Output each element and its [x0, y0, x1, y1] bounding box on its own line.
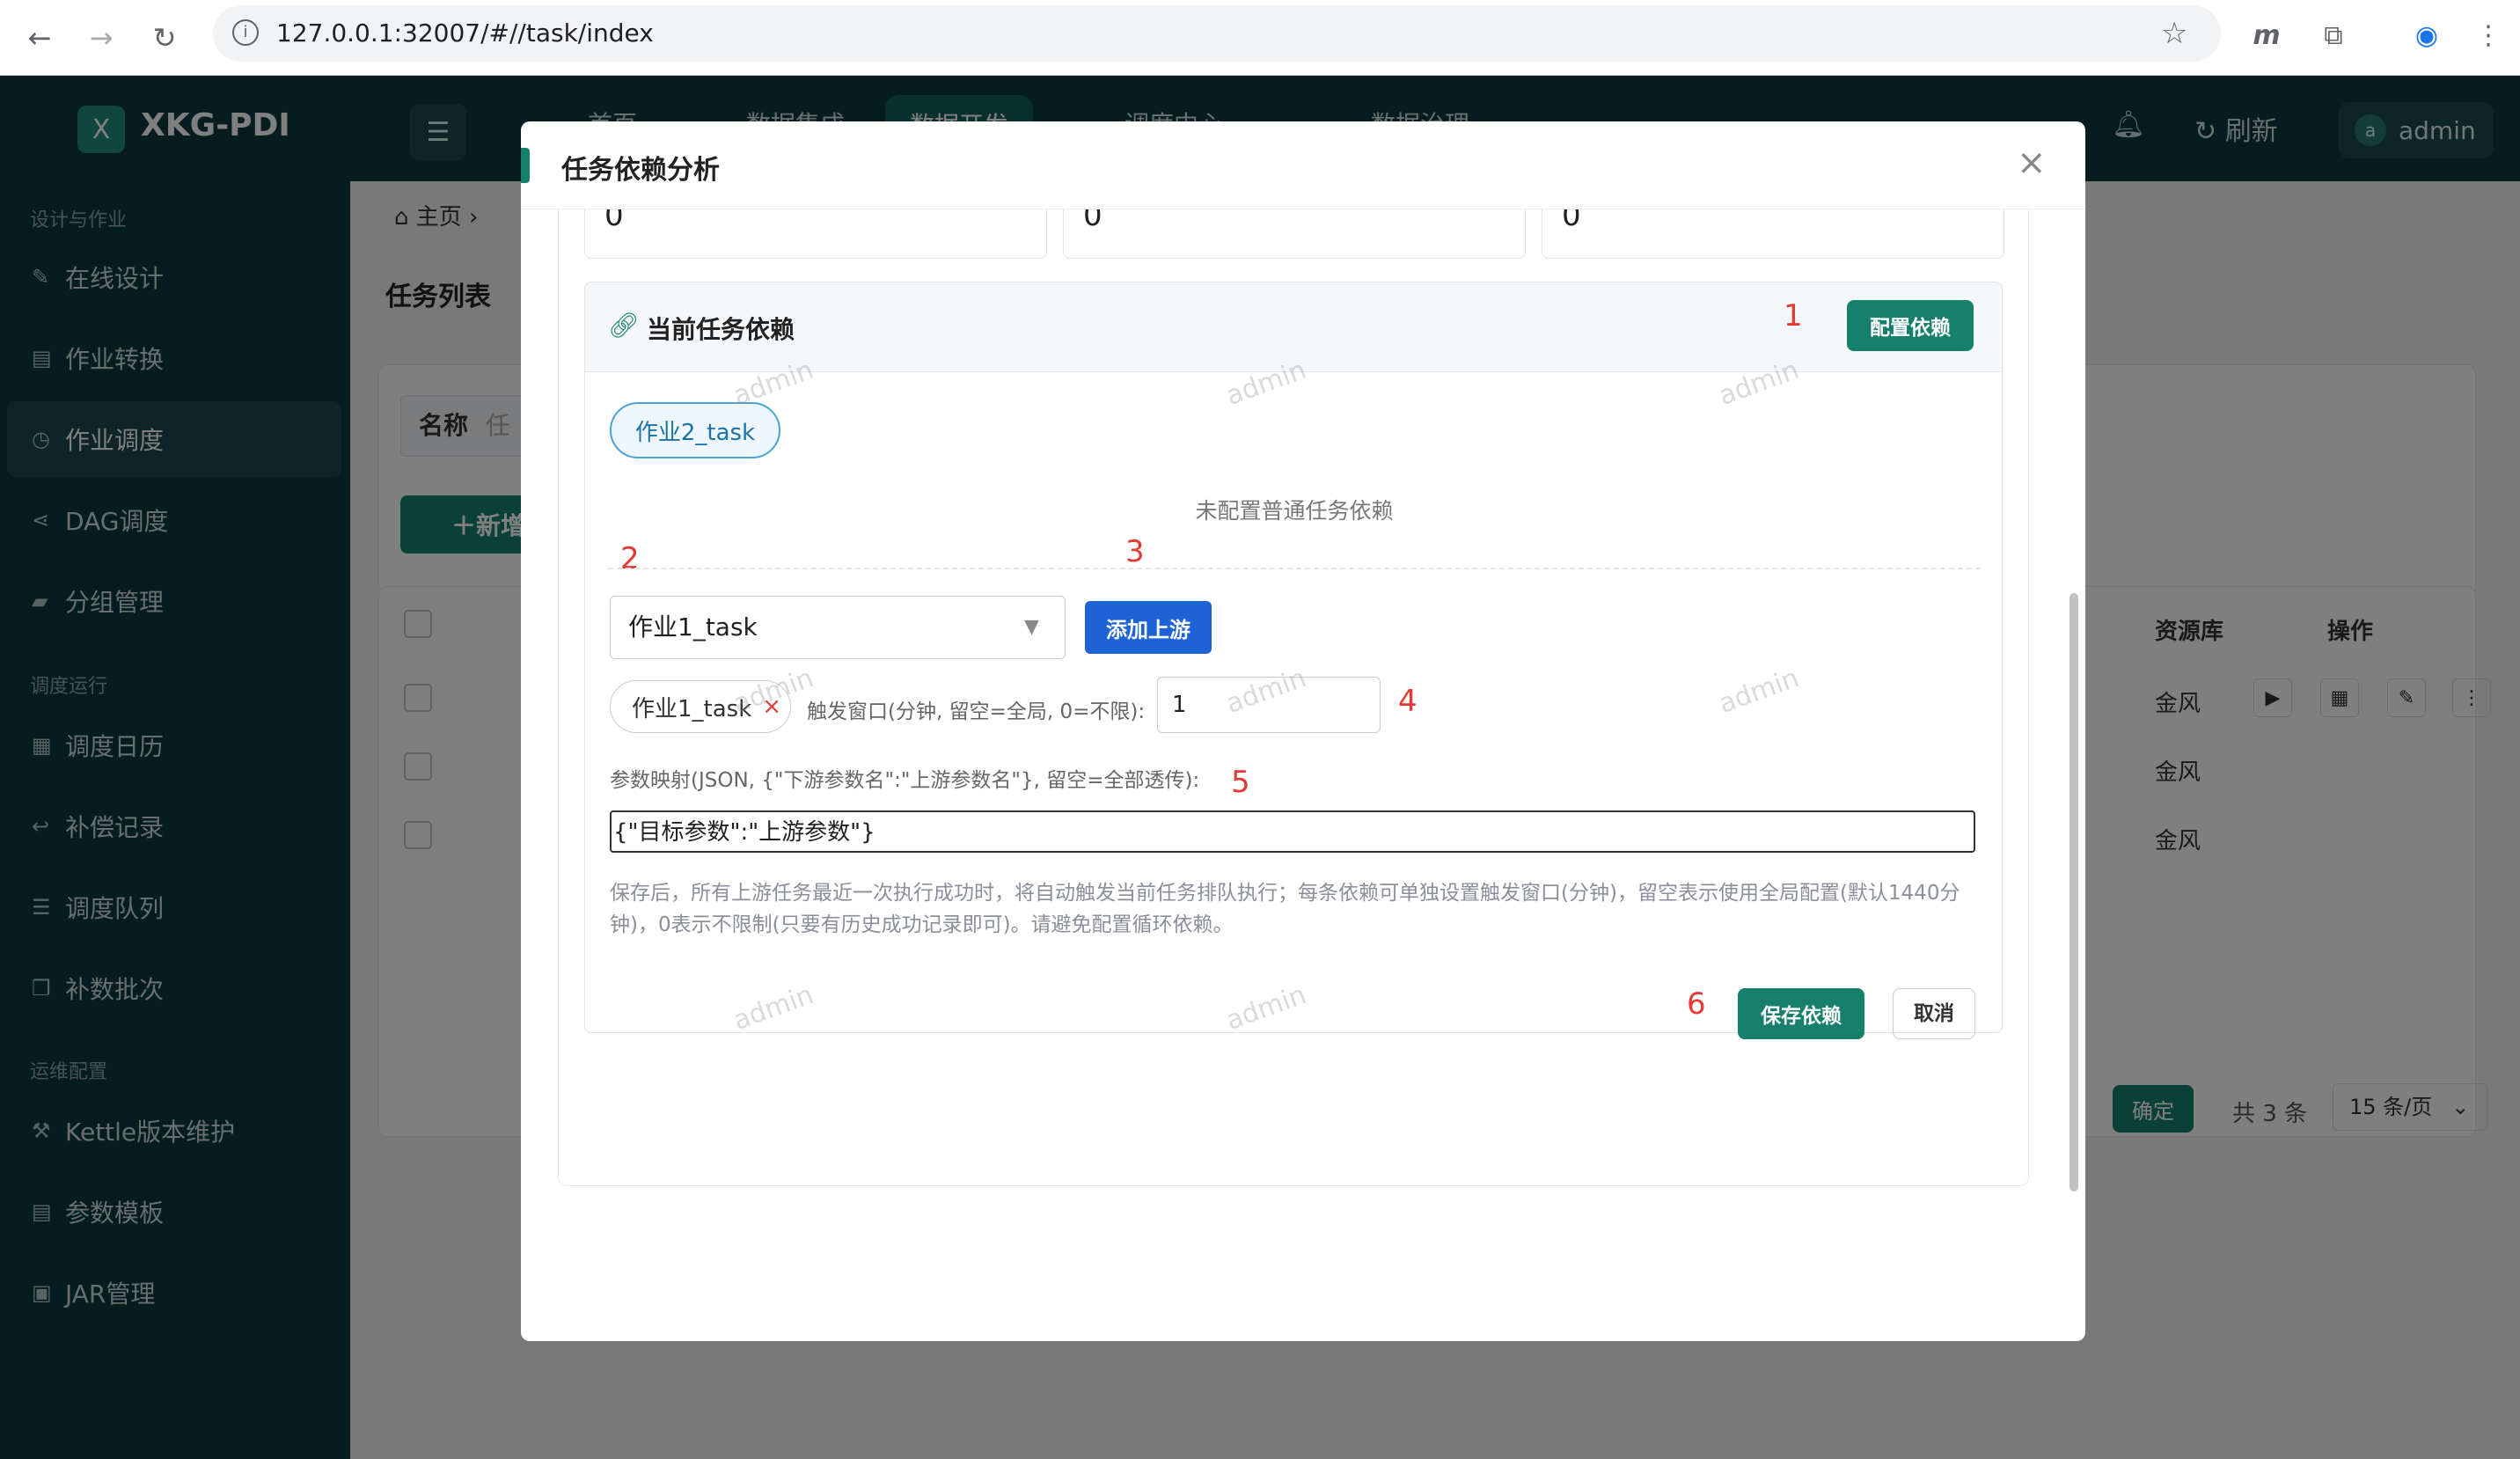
reload-icon[interactable]: ↻: [143, 16, 187, 60]
forward-icon[interactable]: →: [79, 16, 123, 60]
annotation-1: 1: [1784, 298, 1803, 334]
configure-dependency-button[interactable]: 配置依赖: [1847, 300, 1974, 351]
stat-box: 0: [1063, 209, 1526, 259]
modal-body[interactable]: 0 0 0 🔗︎ 当前任务依赖 1 配置依赖 作业2_task 未配置普通任务依…: [521, 209, 2085, 1341]
add-upstream-button[interactable]: 添加上游: [1085, 601, 1212, 654]
url-text: 127.0.0.1:32007/#//task/index: [276, 18, 654, 48]
extensions-puzzle-icon[interactable]: ⧉: [2314, 16, 2353, 55]
annotation-3: 3: [1125, 534, 1145, 569]
profile-icon[interactable]: ◉: [2407, 16, 2446, 55]
divider: [608, 568, 1981, 569]
extension-m-icon[interactable]: m: [2247, 16, 2286, 55]
close-icon[interactable]: ×: [2017, 143, 2047, 183]
modal-title: 任务依赖分析: [561, 155, 720, 186]
cancel-button[interactable]: 取消: [1893, 988, 1975, 1039]
annotation-2: 2: [620, 541, 640, 576]
annotation-5: 5: [1231, 765, 1250, 800]
back-icon[interactable]: ←: [18, 16, 62, 60]
param-mapping-input[interactable]: {"目标参数":"上游参数"}: [610, 810, 1975, 853]
current-task-chip: 作业2_task: [610, 402, 780, 458]
upstream-task-select[interactable]: 作业1_task ▼: [610, 596, 1066, 659]
address-bar[interactable]: i 127.0.0.1:32007/#//task/index ☆: [213, 5, 2221, 62]
param-mapping-label: 参数映射(JSON, {"下游参数名":"上游参数名"}, 留空=全部透传):: [610, 769, 1200, 792]
stat-box: 0: [1542, 209, 2004, 259]
current-dependency-panel: 🔗︎ 当前任务依赖 1 配置依赖 作业2_task 未配置普通任务依赖 2 3 …: [584, 282, 2003, 1039]
bookmark-star-icon[interactable]: ☆: [2161, 16, 2187, 51]
dependency-modal: 任务依赖分析 × 0 0 0 🔗︎ 当前任务依赖 1 配置依赖 作业2_task…: [521, 121, 2085, 1341]
annotation-6: 6: [1687, 986, 1706, 1022]
modal-header: 任务依赖分析 ×: [521, 121, 2085, 209]
site-info-icon[interactable]: i: [232, 19, 259, 46]
trigger-window-label: 触发窗口(分钟, 留空=全局, 0=不限):: [807, 700, 1146, 723]
dropdown-caret-icon: ▼: [1024, 616, 1039, 638]
browser-toolbar: ← → ↻ i 127.0.0.1:32007/#//task/index ☆ …: [0, 0, 2520, 76]
save-dependency-button[interactable]: 保存依赖: [1738, 988, 1864, 1039]
empty-dependency-text: 未配置普通任务依赖: [1195, 498, 1394, 524]
modal-scrollbar[interactable]: [2069, 593, 2078, 1191]
browser-menu-icon[interactable]: ⋮: [2469, 16, 2508, 55]
link-icon: 🔗︎: [608, 311, 640, 340]
annotation-4: 4: [1398, 684, 1418, 719]
title-accent-bar: [521, 148, 530, 183]
stat-box: 0: [584, 209, 1047, 259]
help-text: 保存后，所有上游任务最近一次执行成功时，将自动触发当前任务排队执行；每条依赖可单…: [610, 882, 1960, 936]
panel-title: 当前任务依赖: [647, 315, 795, 344]
